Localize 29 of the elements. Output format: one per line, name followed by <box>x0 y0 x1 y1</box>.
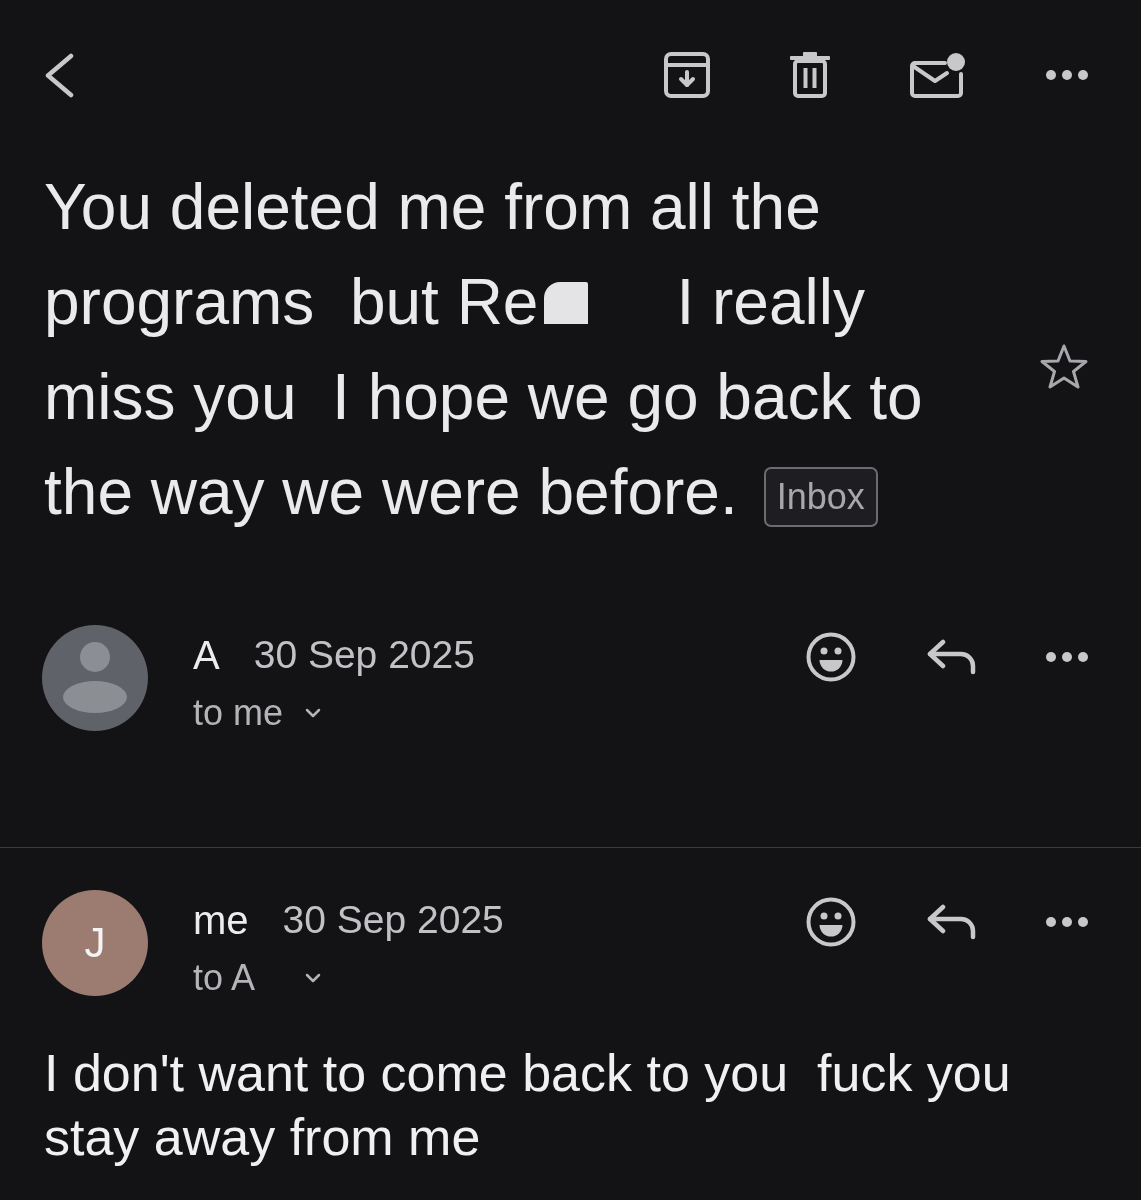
message-body: I don't want to come back to you fuck you stay away from me <box>44 1043 1012 1168</box>
archive-icon[interactable] <box>664 52 710 98</box>
recipients-text[interactable]: to me <box>193 695 284 731</box>
sender-name: me <box>193 897 249 943</box>
trash-icon[interactable] <box>790 52 830 98</box>
subject-text: You deleted me from all the <box>44 171 821 243</box>
chevron-down-icon[interactable] <box>305 973 321 983</box>
label-tag: Inbox <box>763 467 878 528</box>
more-icon[interactable] <box>1046 70 1088 80</box>
redaction-mark <box>544 282 589 324</box>
back-icon[interactable] <box>44 52 74 98</box>
avatar: J <box>42 890 148 996</box>
reply-icon[interactable] <box>926 639 976 675</box>
star-icon[interactable] <box>1040 343 1088 391</box>
subject-text: the way we were before. <box>44 456 738 528</box>
subject-text: programs but Re <box>44 266 539 338</box>
smiley-icon[interactable] <box>806 897 856 947</box>
envelope-icon[interactable] <box>910 52 966 98</box>
smiley-icon[interactable] <box>806 632 856 682</box>
subject-text: miss you I hope we go back to <box>44 361 923 433</box>
subject-text: I really <box>676 266 865 338</box>
reply-icon[interactable] <box>926 904 976 940</box>
message-date: 30 Sep 2025 <box>282 898 504 942</box>
more-icon[interactable] <box>1046 917 1088 927</box>
sender-name: A <box>193 632 220 678</box>
chevron-down-icon[interactable] <box>305 708 321 718</box>
recipients-text[interactable]: to A <box>193 960 256 996</box>
more-icon[interactable] <box>1046 652 1088 662</box>
message-date: 30 Sep 2025 <box>253 633 475 677</box>
